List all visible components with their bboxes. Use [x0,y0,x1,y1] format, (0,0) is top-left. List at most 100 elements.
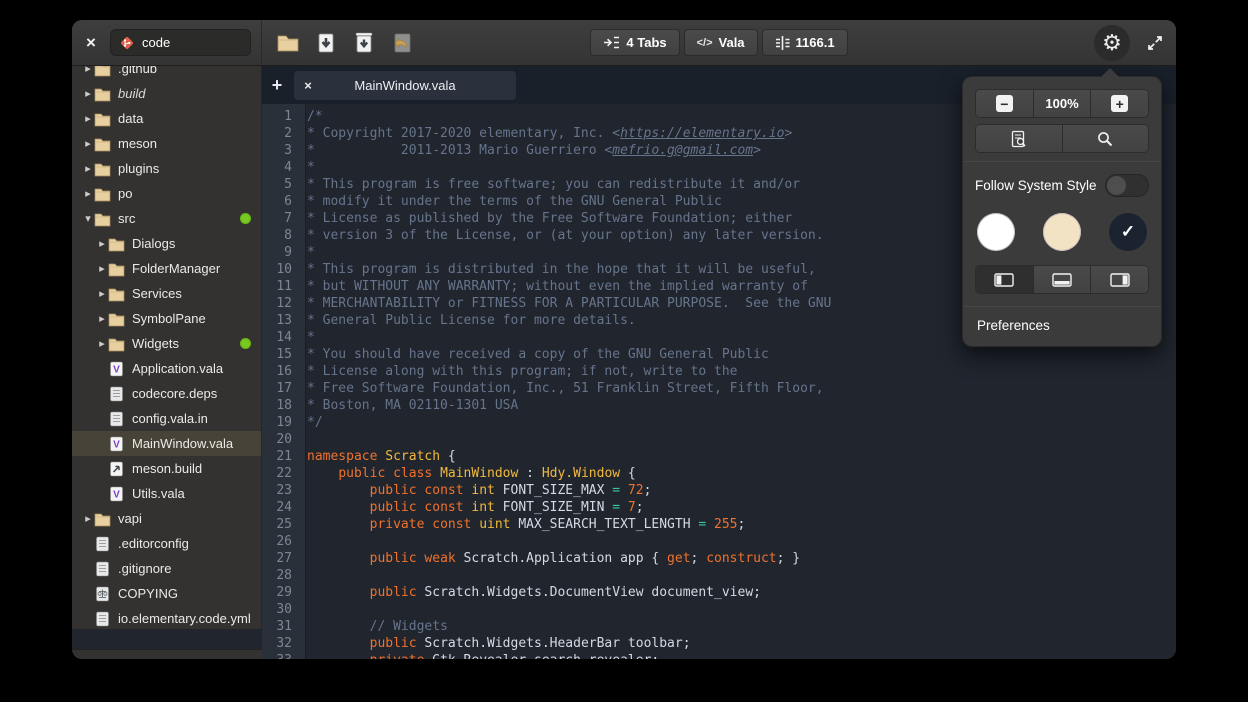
zoom-level-button[interactable]: 100% [1033,90,1091,117]
preferences-menu-item[interactable]: Preferences [963,307,1161,346]
close-window-button[interactable]: × [80,33,102,53]
code-text: * MERCHANTABILITY or FITNESS FOR A PARTI… [300,295,831,312]
vcs-status-dot [240,213,251,224]
style-dark-option-selected[interactable]: ✓ [1109,213,1147,251]
zoom-out-icon: − [996,95,1013,112]
line-number: 24 [262,499,300,516]
tabs-count-label: 4 Tabs [626,35,666,50]
line-number: 17 [262,380,300,397]
tree-item--editorconfig[interactable]: .editorconfig [72,531,261,556]
expander-icon[interactable]: ▸ [82,112,94,125]
expander-icon[interactable]: ▸ [96,312,108,325]
tree-item-build[interactable]: ▸build [72,81,261,106]
line-number: 20 [262,431,300,448]
tree-item-dialogs[interactable]: ▸ Dialogs [72,231,261,256]
line-number: 27 [262,550,300,567]
zoom-level-label: 100% [1045,96,1078,111]
code-text: * Copyright 2017-2020 elementary, Inc. <… [300,125,792,142]
tree-item-data[interactable]: ▸data [72,106,261,131]
expander-icon[interactable]: ▸ [96,262,108,275]
folder-icon [108,236,132,252]
code-text: public Scratch.Widgets.DocumentView docu… [300,584,761,601]
expander-icon[interactable]: ▸ [82,162,94,175]
expander-icon[interactable]: ▸ [96,237,108,250]
new-tab-button[interactable]: + [262,75,292,96]
expander-icon[interactable]: ▸ [82,87,94,100]
zoom-in-button[interactable]: + [1090,90,1148,117]
tree-item-label: Utils.vala [132,486,185,501]
tabs-overview-button[interactable]: 4 Tabs [590,29,679,56]
tree-item-io-elementary-code-yml[interactable]: io.elementary.code.yml [72,606,261,629]
code-text: * This program is distributed in the hop… [300,261,816,278]
tree-item-label: codecore.deps [132,386,217,401]
expander-icon[interactable]: ▸ [82,66,94,75]
tree-item-vapi[interactable]: ▸vapi [72,506,261,531]
code-line: 16* License along with this program; if … [262,363,1176,380]
tree-item-mainwindow-vala[interactable]: VMainWindow.vala [72,431,261,456]
line-number: 15 [262,346,300,363]
language-selector-button[interactable]: </> Vala [684,29,758,56]
tree-item--github[interactable]: ▸.github [72,66,261,81]
tree-item-po[interactable]: ▸po [72,181,261,206]
search-icon [1096,130,1114,148]
show-bottom-panel-button[interactable] [1033,266,1091,293]
show-left-panel-button[interactable] [976,266,1033,293]
code-line: 21namespace Scratch { [262,448,1176,465]
tree-item-config-vala-in[interactable]: config.vala.in [72,406,261,431]
code-line: 33 private Gtk.Revealer search_revealer; [262,652,1176,659]
tree-item-application-vala[interactable]: VApplication.vala [72,356,261,381]
code-line: 31 // Widgets [262,618,1176,635]
tree-item-label: Dialogs [132,236,175,251]
tree-item-utils-vala[interactable]: VUtils.vala [72,481,261,506]
settings-menu-button[interactable]: ⚙ [1094,25,1130,61]
tree-item-meson[interactable]: ▸meson [72,131,261,156]
tree-item--gitignore[interactable]: .gitignore [72,556,261,581]
code-text: public const int FONT_SIZE_MAX = 72; [300,482,651,499]
tree-item-symbolpane[interactable]: ▸SymbolPane [72,306,261,331]
expander-icon[interactable]: ▸ [82,137,94,150]
tree-item-meson-build[interactable]: meson.build [72,456,261,481]
zoom-out-button[interactable]: − [976,90,1033,117]
build-icon [108,461,132,477]
line-number: 10 [262,261,300,278]
code-text: * version 3 of the License, or (at your … [300,227,824,244]
tree-item-label: MainWindow.vala [132,436,233,451]
project-menu-button[interactable]: ⋮ [238,656,254,660]
code-text: public weak Scratch.Application app { ge… [300,550,800,567]
code-text: * You should have received a copy of the… [300,346,769,363]
line-number: 22 [262,465,300,482]
tree-item-plugins[interactable]: ▸plugins [72,156,261,181]
line-number: 8 [262,227,300,244]
code-text: public const int FONT_SIZE_MIN = 7; [300,499,644,516]
open-project-folder-row[interactable]: Open Project Folder… ⋮ [72,649,262,659]
expander-icon[interactable]: ▸ [82,512,94,525]
tab-mainwindow-vala[interactable]: × MainWindow.vala [294,71,516,100]
follow-system-style-toggle[interactable] [1105,174,1149,197]
style-light-option[interactable] [977,213,1015,251]
settings-popover: − 100% + [962,76,1162,347]
tree-item-copying[interactable]: COPYING [72,581,261,606]
tree-item-label: src [118,211,135,226]
tree-item-foldermanager[interactable]: ▸FolderManager [72,256,261,281]
expander-icon[interactable]: ▸ [96,337,108,350]
expander-icon[interactable]: ▸ [82,187,94,200]
gear-icon: ⚙ [1102,32,1122,54]
code-text [300,601,307,618]
expander-icon[interactable]: ▸ [96,287,108,300]
code-text: public Scratch.Widgets.HeaderBar toolbar… [300,635,691,652]
code-line: 17* Free Software Foundation, Inc., 51 F… [262,380,1176,397]
line-column-button[interactable]: 1166.1 [762,29,848,56]
global-search-button[interactable] [1062,125,1149,152]
expander-icon[interactable]: ▾ [82,212,94,225]
project-chooser-button[interactable]: code [110,29,251,56]
tree-item-widgets[interactable]: ▸Widgets [72,331,261,356]
show-right-panel-button[interactable] [1090,266,1148,293]
fullscreen-button[interactable] [1146,34,1164,52]
code-text: namespace Scratch { [300,448,456,465]
tree-item-services[interactable]: ▸Services [72,281,261,306]
find-in-file-button[interactable] [976,125,1062,152]
tree-item-src[interactable]: ▾ src [72,206,261,231]
style-sand-option[interactable] [1043,213,1081,251]
tree-item-codecore-deps[interactable]: codecore.deps [72,381,261,406]
code-text: * modify it under the terms of the GNU G… [300,193,722,210]
